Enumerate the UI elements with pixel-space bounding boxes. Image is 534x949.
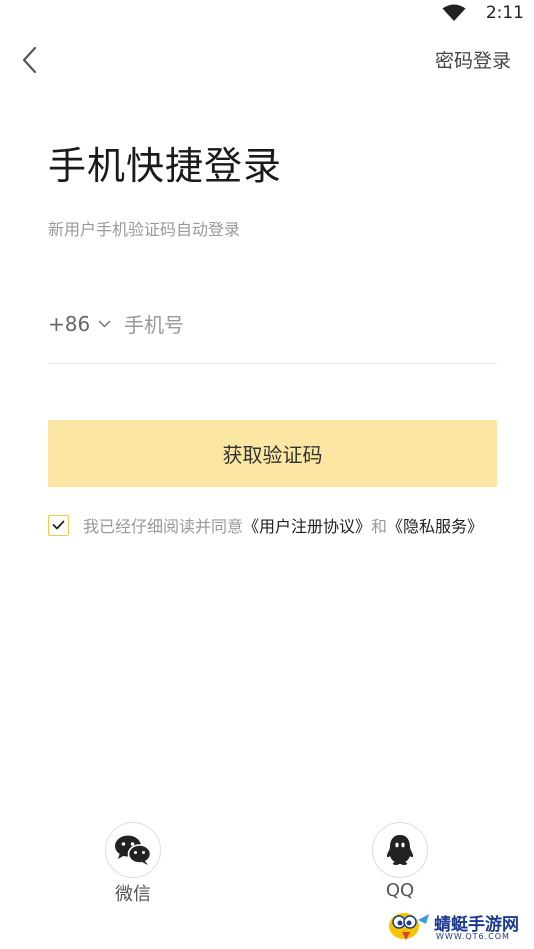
wifi-icon bbox=[442, 4, 466, 21]
wechat-login-button[interactable] bbox=[105, 822, 161, 878]
phone-input-row: +86 bbox=[48, 300, 497, 364]
agreement-and: 和 bbox=[371, 517, 388, 536]
login-screen: 2:11 密码登录 手机快捷登录 新用户手机验证码自动登录 +86 获取验证码 … bbox=[0, 0, 534, 949]
watermark: 蜻蜓手游网 WWW.QT6.COM bbox=[388, 906, 528, 946]
country-code-value: +86 bbox=[48, 312, 91, 336]
watermark-url: WWW.QT6.COM bbox=[436, 932, 510, 941]
get-verification-code-button[interactable]: 获取验证码 bbox=[48, 420, 497, 487]
qq-login[interactable]: QQ bbox=[372, 822, 428, 901]
status-time: 2:11 bbox=[485, 3, 524, 23]
privacy-link[interactable]: 《隐私服务》 bbox=[387, 517, 483, 536]
page-subtitle: 新用户手机验证码自动登录 bbox=[48, 220, 241, 239]
back-button[interactable] bbox=[14, 40, 54, 80]
agreement-row: 我已经仔细阅读并同意《用户注册协议》和《隐私服务》 bbox=[48, 512, 518, 538]
chevron-down-icon bbox=[98, 320, 111, 328]
chevron-left-icon bbox=[22, 46, 37, 74]
qq-label: QQ bbox=[385, 880, 415, 901]
agreement-text: 我已经仔细阅读并同意《用户注册协议》和《隐私服务》 bbox=[83, 513, 483, 537]
agreement-checkbox[interactable] bbox=[48, 514, 69, 536]
user-agreement-link[interactable]: 《用户注册协议》 bbox=[243, 517, 371, 536]
qq-icon bbox=[386, 835, 414, 865]
dragonfly-logo-icon bbox=[389, 913, 429, 940]
wechat-login[interactable]: 微信 bbox=[105, 822, 161, 905]
wechat-icon bbox=[115, 835, 152, 865]
page-title: 手机快捷登录 bbox=[48, 144, 283, 188]
password-login-link[interactable]: 密码登录 bbox=[435, 46, 511, 73]
wechat-label: 微信 bbox=[115, 884, 151, 905]
agreement-prefix: 我已经仔细阅读并同意 bbox=[83, 517, 244, 536]
country-code-selector[interactable]: +86 bbox=[48, 312, 111, 336]
status-bar: 2:11 bbox=[0, 0, 534, 28]
phone-number-input[interactable] bbox=[124, 308, 494, 342]
checkmark-icon bbox=[52, 520, 65, 530]
qq-login-button[interactable] bbox=[372, 822, 428, 878]
